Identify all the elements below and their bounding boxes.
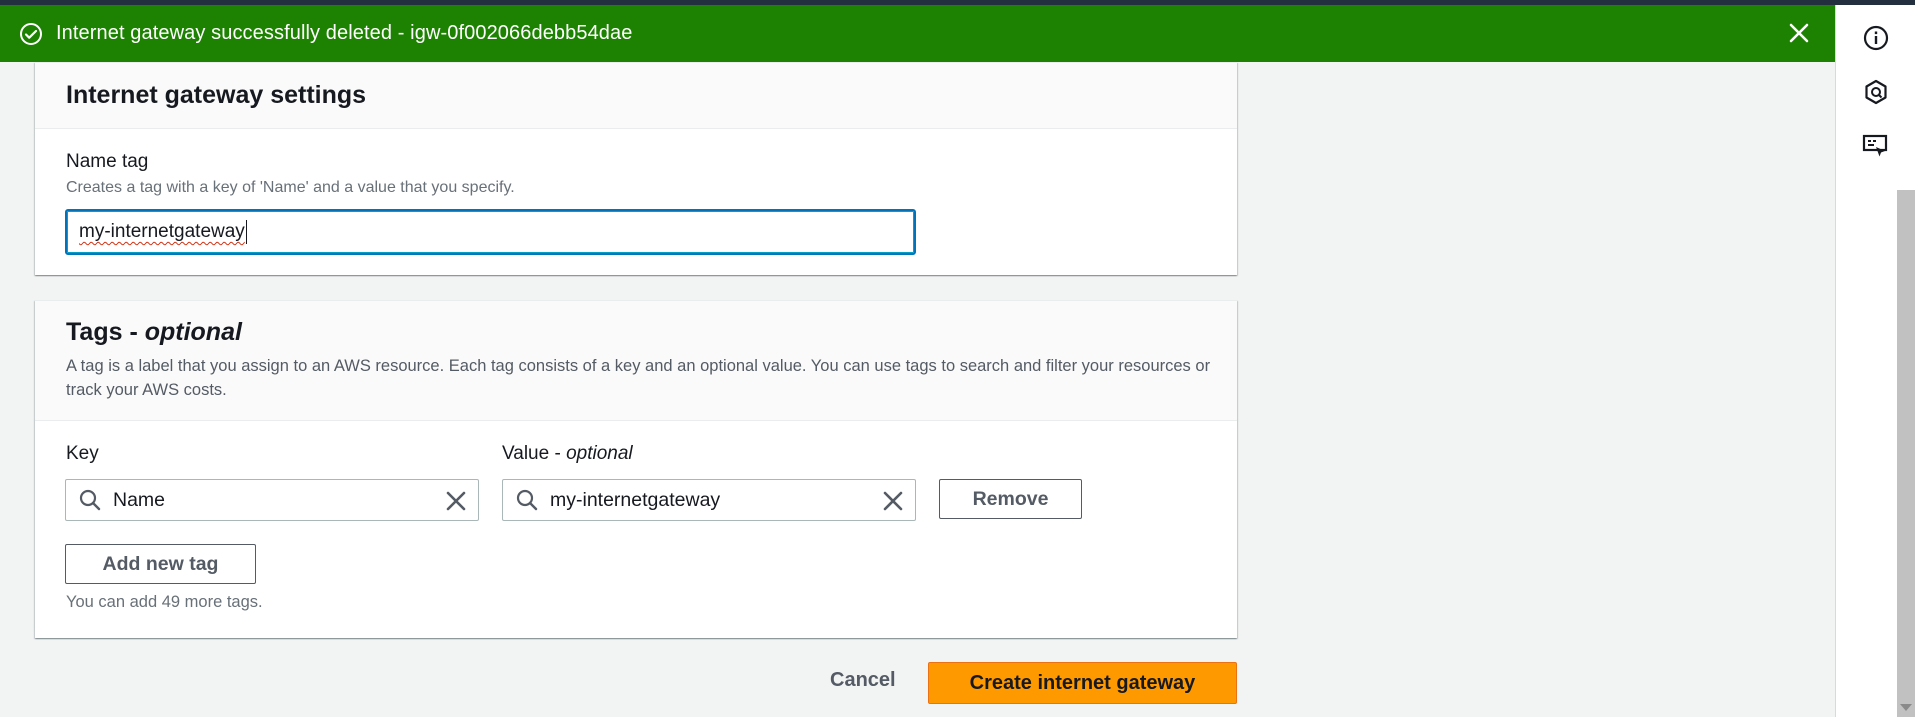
tag-key-value: Name: [113, 488, 166, 511]
utility-rail: [1835, 5, 1915, 717]
name-tag-input[interactable]: my-internetgateway: [65, 209, 916, 255]
search-icon: [79, 489, 101, 511]
clear-icon[interactable]: [444, 489, 468, 513]
tags-description: A tag is a label that you assign to an A…: [66, 357, 1211, 399]
tag-key-input[interactable]: Name: [65, 479, 479, 521]
tag-value-value: my-internetgateway: [550, 488, 721, 511]
success-flashbar: Internet gateway successfully deleted - …: [0, 5, 1835, 62]
feedback-icon[interactable]: [1860, 76, 1892, 108]
search-icon: [516, 489, 538, 511]
tags-header: Tags - optional A tag is a label that yo…: [35, 301, 1237, 421]
tags-remaining-hint: You can add 49 more tags.: [66, 593, 263, 611]
cancel-button[interactable]: Cancel: [830, 669, 896, 692]
flash-message: Internet gateway successfully deleted - …: [56, 22, 633, 44]
tag-value-input[interactable]: my-internetgateway: [502, 479, 916, 521]
name-tag-description: Creates a tag with a key of 'Name' and a…: [66, 179, 515, 196]
create-internet-gateway-button[interactable]: Create internet gateway: [928, 662, 1237, 704]
tags-heading: Tags - optional: [66, 318, 242, 346]
clear-icon[interactable]: [881, 489, 905, 513]
value-label: Value - optional: [502, 443, 633, 464]
close-icon[interactable]: [1785, 19, 1813, 47]
key-label: Key: [66, 443, 99, 464]
tags-panel: Tags - optional A tag is a label that yo…: [35, 300, 1237, 638]
scrollbar-thumb[interactable]: [1897, 190, 1915, 717]
tutorial-icon[interactable]: [1860, 130, 1892, 162]
scroll-down-arrow-icon[interactable]: [1900, 704, 1912, 711]
name-tag-field: Name tag Creates a tag with a key of 'Na…: [66, 151, 515, 197]
remove-tag-button[interactable]: Remove: [939, 479, 1082, 519]
settings-heading: Internet gateway settings: [66, 81, 367, 109]
settings-header: Internet gateway settings: [35, 63, 1237, 129]
name-tag-label: Name tag: [66, 151, 149, 172]
text-caret: [245, 220, 247, 244]
add-new-tag-button[interactable]: Add new tag: [65, 544, 256, 584]
check-circle-icon: [18, 21, 44, 47]
gateway-settings-panel: Internet gateway settings Name tag Creat…: [35, 62, 1237, 275]
name-tag-value: my-internetgateway: [79, 221, 245, 242]
info-icon[interactable]: [1860, 22, 1892, 54]
